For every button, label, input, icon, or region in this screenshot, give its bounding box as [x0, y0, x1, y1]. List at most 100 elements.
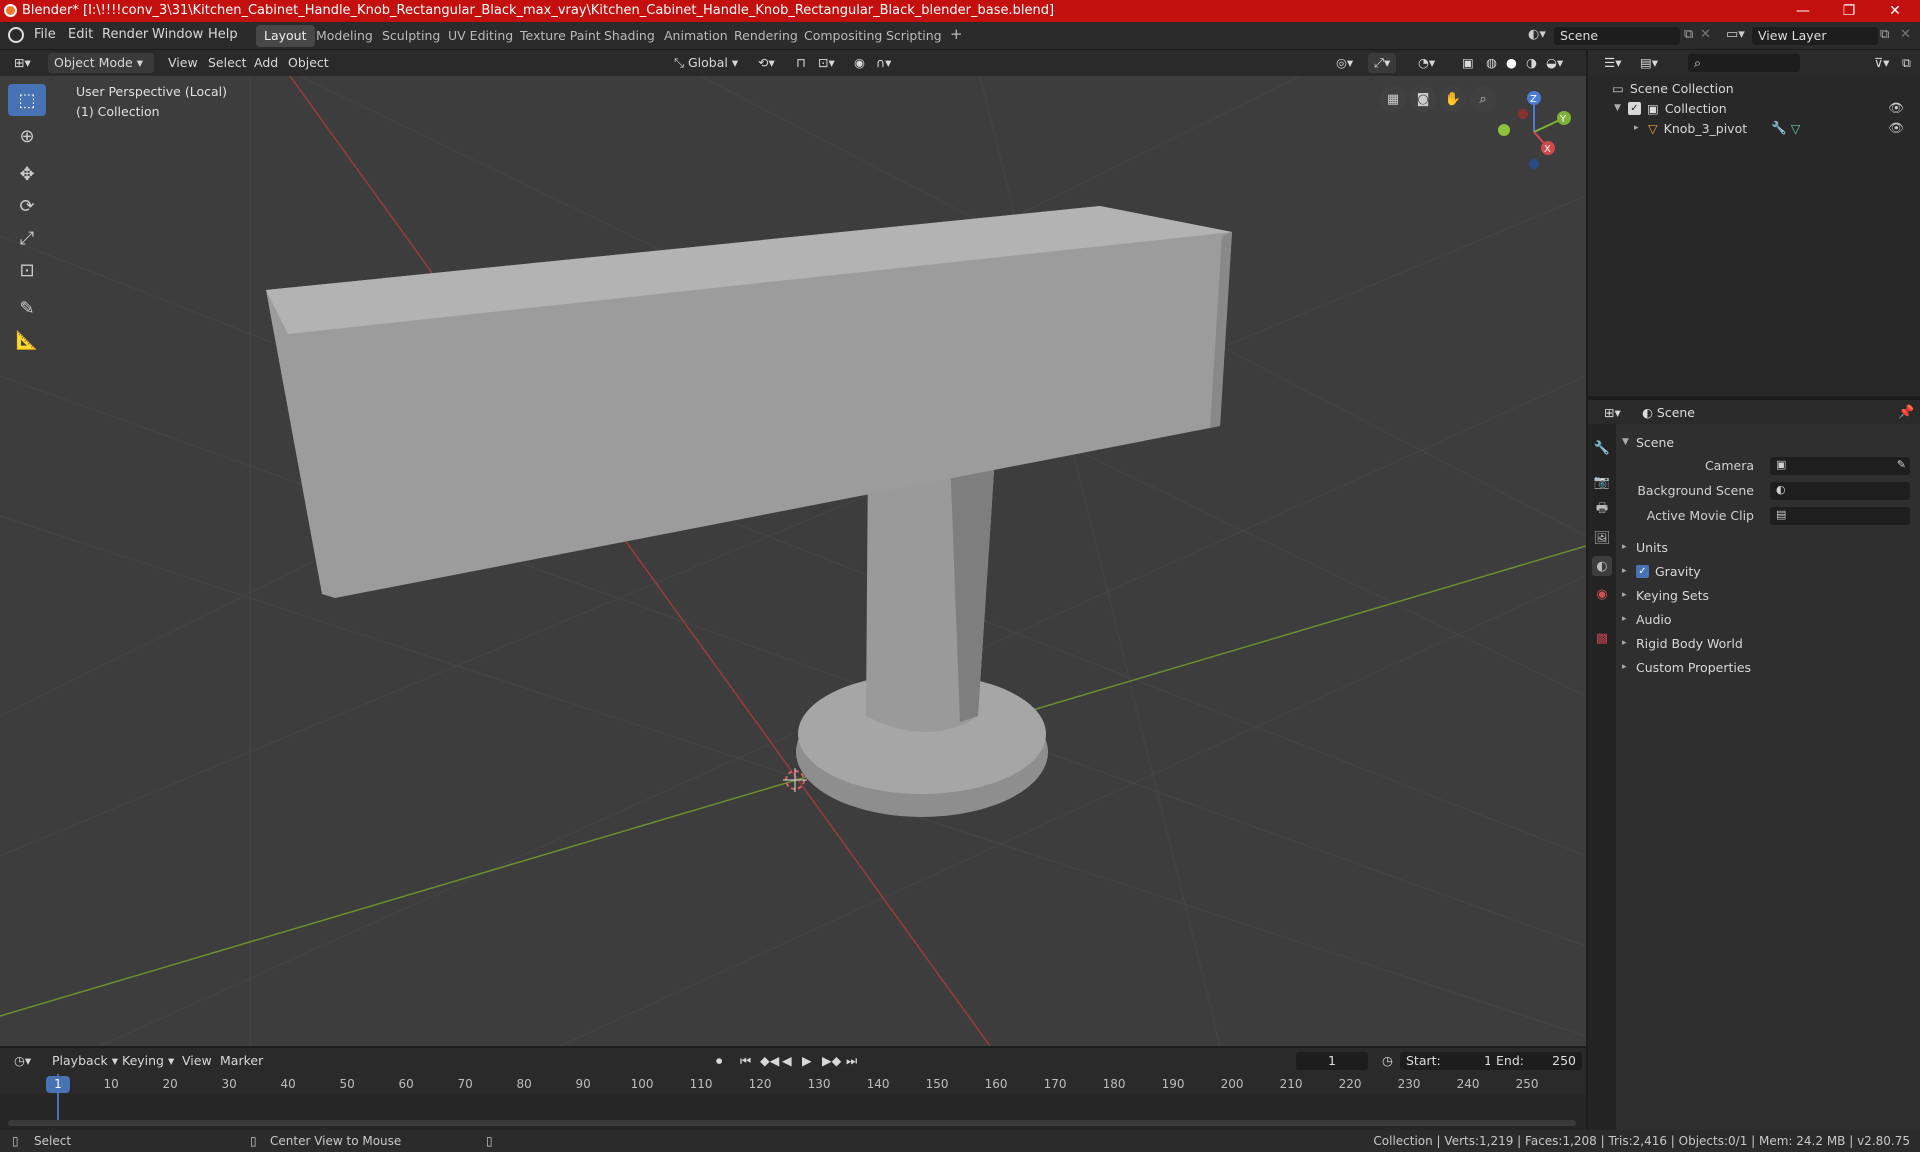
play-reverse-icon[interactable]: ◀ — [776, 1051, 798, 1071]
keying-sets-panel[interactable]: ▸ Keying Sets — [1622, 583, 1914, 607]
scale-tool-icon[interactable]: ⤢ — [8, 222, 46, 254]
jump-end-icon[interactable]: ⏭ — [840, 1051, 863, 1071]
object-visibility-eye-icon[interactable]: 👁 — [1888, 120, 1904, 136]
pan-hand-icon[interactable]: ✋ — [1440, 86, 1466, 112]
visibility-icon[interactable]: ◎▾ — [1330, 53, 1359, 73]
tab-texture-paint[interactable]: Texture Paint — [512, 25, 609, 47]
camera-view-icon[interactable]: ◙ — [1410, 86, 1436, 112]
menu-window[interactable]: Window — [152, 27, 203, 42]
current-frame-field[interactable]: 1 — [1296, 1052, 1368, 1070]
select-box-tool-icon[interactable]: ⬚ — [8, 84, 46, 116]
timeline-scrollbar[interactable] — [8, 1120, 1576, 1126]
units-panel[interactable]: ▸ Units — [1622, 535, 1914, 559]
mesh-data-icon[interactable]: ▽ — [1791, 121, 1801, 136]
end-frame-field[interactable]: End: 250 — [1490, 1052, 1582, 1070]
outliner-search-input[interactable]: ⌕ — [1688, 54, 1800, 72]
gravity-checkbox[interactable]: ✓ — [1636, 564, 1649, 578]
measure-tool-icon[interactable]: 📐 — [8, 324, 46, 356]
outliner-collection-row[interactable]: ▼ ✓ ▣ Collection 👁 — [1614, 98, 1914, 118]
outliner-scene-collection[interactable]: ▭ Scene Collection — [1612, 78, 1734, 98]
background-scene-field[interactable]: ◐ — [1770, 482, 1910, 500]
view-layer-tab-icon[interactable]: 🖼 — [1592, 528, 1612, 548]
tab-shading[interactable]: Shading — [596, 25, 663, 47]
menu-keying[interactable]: Keying ▾ — [116, 1051, 180, 1071]
new-view-layer-icon[interactable]: ⧉ — [1880, 27, 1889, 42]
pin-icon[interactable]: 📌 — [1898, 405, 1914, 420]
rendered-shading-icon[interactable]: ◒▾ — [1540, 53, 1569, 73]
mode-dropdown[interactable]: Object Mode ▾ — [48, 53, 154, 73]
menu-file[interactable]: File — [34, 27, 56, 42]
eyedropper-icon[interactable]: ✎ — [1897, 458, 1906, 471]
rigid-body-world-panel[interactable]: ▸ Rigid Body World — [1622, 631, 1914, 655]
tab-animation[interactable]: Animation — [656, 25, 736, 47]
cursor-tool-icon[interactable]: ⊕ — [8, 120, 46, 152]
tab-modeling[interactable]: Modeling — [308, 25, 381, 47]
display-mode-icon[interactable]: ▤▾ — [1634, 53, 1664, 73]
3d-viewport[interactable]: User Perspective (Local) (1) Collection … — [0, 76, 1586, 1046]
timeline-panel[interactable]: 1102030405060708090100110120130140150160… — [0, 1074, 1586, 1130]
close-button[interactable]: ✕ — [1872, 0, 1918, 22]
audio-panel[interactable]: ▸ Audio — [1622, 607, 1914, 631]
tab-sculpting[interactable]: Sculpting — [374, 25, 448, 47]
view-layer-icon[interactable]: ▭▾ — [1726, 27, 1745, 42]
view-layer-field[interactable]: View Layer — [1752, 27, 1878, 45]
menu-object[interactable]: Object — [282, 53, 335, 73]
menu-select[interactable]: Select — [202, 53, 253, 73]
timeline-editor-type-icon[interactable]: ◷▾ — [8, 1051, 37, 1071]
tab-compositing[interactable]: Compositing — [796, 25, 890, 47]
editor-type-icon[interactable]: ⊞▾ — [8, 53, 37, 73]
xray-toggle-icon[interactable]: ▣ — [1456, 53, 1480, 73]
rotate-tool-icon[interactable]: ⟳ — [8, 190, 46, 222]
delete-view-layer-icon[interactable]: ✕ — [1900, 27, 1911, 42]
cabinet-knob-model[interactable] — [266, 206, 1232, 817]
menu-marker[interactable]: Marker — [214, 1051, 269, 1071]
gravity-panel[interactable]: ▸ ✓ Gravity — [1622, 559, 1914, 583]
overlay-toggle-icon[interactable]: ◔▾ — [1412, 53, 1441, 73]
new-scene-icon[interactable]: ⧉ — [1684, 27, 1693, 42]
proportional-edit-icon[interactable]: ◉ — [848, 53, 871, 73]
expand-arrow-icon[interactable]: ▼ — [1614, 103, 1628, 113]
snap-target-icon[interactable]: ⊡▾ — [812, 53, 841, 73]
add-workspace-button[interactable]: + — [942, 25, 971, 47]
camera-field[interactable]: ▣ ✎ — [1770, 457, 1910, 475]
menu-playback[interactable]: Playback ▾ — [46, 1051, 124, 1071]
tab-uv-editing[interactable]: UV Editing — [440, 25, 521, 47]
output-tab-icon[interactable]: 🖶 — [1592, 500, 1612, 520]
snap-icon[interactable]: ⊓ — [790, 53, 812, 73]
play-icon[interactable]: ▶ — [796, 1051, 818, 1071]
transform-orientation-dropdown[interactable]: ⤡ Global ▾ — [668, 53, 744, 73]
menu-view[interactable]: View — [162, 53, 204, 73]
blender-menu-icon[interactable] — [8, 27, 24, 43]
gizmo-toggle-icon[interactable]: ⤢▾ — [1368, 53, 1397, 73]
tab-scripting[interactable]: Scripting — [878, 25, 950, 47]
navigation-gizmo[interactable]: Z Y X — [1490, 88, 1574, 172]
render-tab-icon[interactable]: 📷 — [1592, 472, 1612, 492]
collection-checkbox[interactable]: ✓ — [1628, 101, 1641, 115]
tool-tab-icon[interactable]: 🔧 — [1592, 438, 1612, 458]
tab-rendering[interactable]: Rendering — [726, 25, 806, 47]
falloff-icon[interactable]: ∩▾ — [870, 53, 897, 73]
object-expand-icon[interactable]: ▸ — [1634, 123, 1648, 133]
start-frame-field[interactable]: Start: 1 — [1400, 1052, 1498, 1070]
active-movie-clip-field[interactable]: ▤ — [1770, 507, 1910, 525]
modifier-wrench-icon[interactable]: 🔧 — [1771, 120, 1787, 136]
new-collection-icon[interactable]: ⧉ — [1896, 53, 1917, 73]
menu-render[interactable]: Render — [102, 27, 148, 42]
scene-name-field[interactable]: Scene — [1554, 27, 1680, 45]
annotate-tool-icon[interactable]: ✎ — [8, 292, 46, 324]
scene-selector-icon[interactable]: ◐▾ — [1528, 27, 1546, 42]
delete-scene-icon[interactable]: ✕ — [1700, 27, 1711, 42]
outliner-object-row[interactable]: ▸ ▽ Knob_3_pivot 🔧 ▽ 👁 — [1634, 118, 1914, 138]
pivot-point-icon[interactable]: ⟲▾ — [752, 53, 781, 73]
transform-tool-icon[interactable]: ⊡ — [8, 254, 46, 286]
scene-tab-icon[interactable]: ◐ — [1592, 556, 1612, 576]
maximize-button[interactable]: ❐ — [1826, 0, 1872, 22]
preview-range-icon[interactable]: ◷ — [1376, 1051, 1399, 1071]
texture-tab-icon[interactable]: ▩ — [1592, 628, 1612, 648]
record-icon[interactable]: ⏺ — [710, 1051, 728, 1071]
world-tab-icon[interactable]: ◉ — [1592, 584, 1612, 604]
playhead-frame-label[interactable]: 1 — [46, 1076, 70, 1093]
properties-editor-type-icon[interactable]: ⊞▾ — [1598, 403, 1627, 423]
menu-help[interactable]: Help — [208, 27, 238, 42]
outliner-editor-type-icon[interactable]: ☰▾ — [1598, 53, 1627, 73]
